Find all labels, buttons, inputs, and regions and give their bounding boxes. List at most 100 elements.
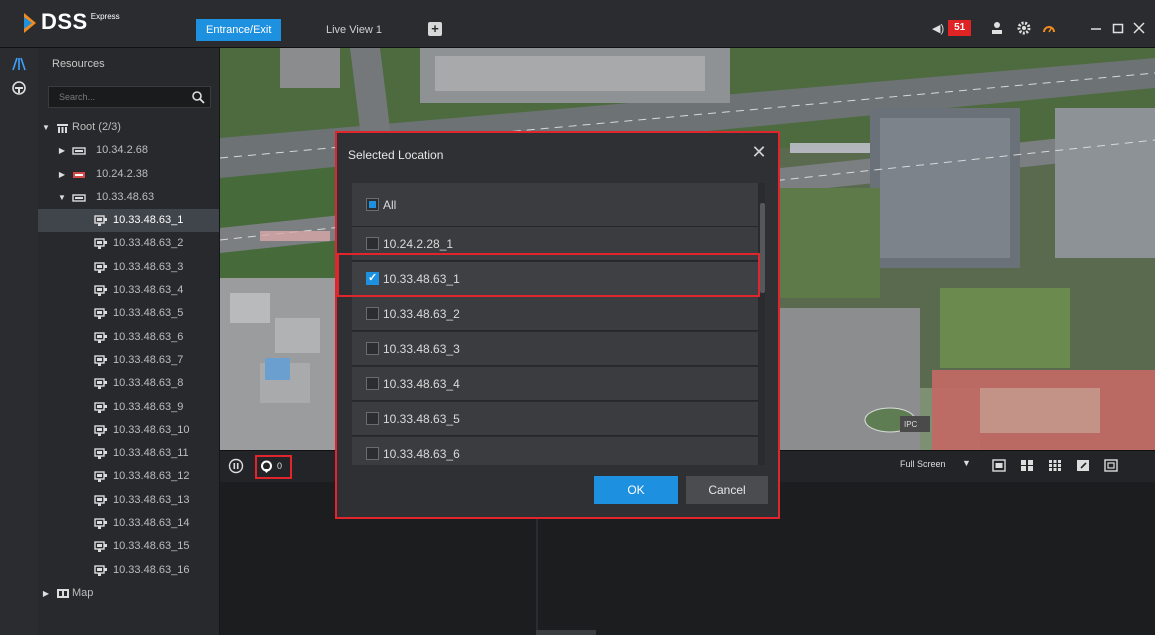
tree-node[interactable]: 10.33.48.63_5 — [38, 302, 219, 325]
location-list-item[interactable]: 10.33.48.63_3 — [352, 332, 758, 366]
pane-scrollbar[interactable] — [536, 630, 596, 635]
tree-node-label: 10.33.48.63_4 — [113, 284, 184, 297]
tree-node[interactable]: 10.33.48.63_15 — [38, 535, 219, 558]
tree-node[interactable]: 10.33.48.63_14 — [38, 512, 219, 535]
title-bar: DSS Express Entrance/Exit Live View 1 + … — [0, 0, 1155, 48]
tree-node-label: 10.24.2.38 — [96, 167, 148, 180]
tree-node-label: Map — [72, 586, 94, 599]
maximize-icon[interactable] — [1112, 18, 1124, 38]
alarm-area[interactable]: ◀) 51 — [932, 18, 972, 38]
ok-button[interactable]: OK — [594, 476, 678, 504]
tree-node[interactable]: 10.33.48.63_13 — [38, 489, 219, 512]
tree-node[interactable]: ▼ Root (2/3) — [38, 116, 219, 139]
location-list-item[interactable]: All — [352, 183, 758, 227]
location-icon[interactable] — [9, 80, 29, 100]
dialog-title: Selected Location — [348, 148, 444, 162]
checkbox[interactable] — [366, 377, 379, 390]
resource-tree-icon[interactable] — [9, 56, 29, 76]
checkbox[interactable] — [366, 412, 379, 425]
tree-node-label: 10.33.48.63_12 — [113, 470, 190, 483]
search-placeholder: Search... — [59, 92, 96, 102]
location-item-label: 10.33.48.63_4 — [383, 377, 460, 391]
location-list-item[interactable]: 10.33.48.63_5 — [352, 402, 758, 436]
tree-node-label: 10.33.48.63_13 — [113, 493, 190, 506]
pause-icon[interactable] — [228, 458, 244, 477]
chevron-down-icon[interactable]: ▼ — [42, 116, 50, 139]
selected-location-dialog: Selected Location ✕ 10.33.48.63_6 10.33.4… — [335, 131, 780, 519]
chevron-right-icon[interactable]: ▶ — [42, 582, 50, 605]
speaker-icon[interactable]: ◀) — [932, 22, 944, 35]
fullscreen-icon[interactable] — [1104, 459, 1118, 472]
location-count: 0 — [277, 461, 283, 471]
dss-logo-icon — [22, 12, 38, 34]
layout-9-icon[interactable] — [1048, 459, 1062, 472]
tree-node[interactable]: ▶ 10.34.2.68 — [38, 139, 219, 162]
user-icon[interactable] — [990, 18, 1004, 38]
tree-node-label: 10.33.48.63_9 — [113, 400, 184, 413]
tree-node[interactable]: 10.33.48.63_12 — [38, 465, 219, 488]
tree-node-label: 10.33.48.63_11 — [113, 447, 189, 460]
location-list: 10.33.48.63_6 10.33.48.63_5 10.33.48.63_4 1… — [352, 183, 765, 465]
minimize-icon[interactable] — [1090, 18, 1102, 38]
location-list-item[interactable]: 10.33.48.63_6 — [352, 437, 758, 465]
tree-node[interactable]: 10.33.48.63_4 — [38, 279, 219, 302]
cancel-button[interactable]: Cancel — [686, 476, 768, 504]
tree-node-label: 10.33.48.63_5 — [113, 307, 184, 320]
tree-node-label: 10.33.48.63_2 — [113, 237, 184, 250]
tree-node[interactable]: ▶ Map — [38, 582, 219, 605]
edit-layout-icon[interactable] — [1076, 459, 1090, 472]
checkbox[interactable] — [366, 447, 379, 460]
tree-node[interactable]: ▼ 10.33.48.63 — [38, 186, 219, 209]
plus-icon[interactable]: + — [428, 22, 442, 36]
search-icon[interactable] — [191, 90, 205, 104]
chevron-right-icon[interactable]: ▶ — [58, 163, 66, 186]
close-window-icon[interactable] — [1133, 18, 1145, 38]
tree-node[interactable]: 10.33.48.63_6 — [38, 326, 219, 349]
tree-node-label: 10.33.48.63_1 — [113, 214, 184, 227]
resource-panel: Resources Search... ▼ Root (2/3) ▶ 10.34.2.… — [38, 48, 220, 635]
checkbox[interactable] — [366, 198, 379, 211]
location-list-item[interactable]: 10.33.48.63_2 — [352, 297, 758, 331]
tree-node-label: 10.33.48.63 — [96, 190, 155, 203]
chevron-down-icon[interactable]: ▼ — [962, 458, 971, 468]
resource-panel-title: Resources — [52, 58, 105, 70]
logo-text: DSS — [41, 9, 88, 34]
checkbox[interactable] — [366, 237, 379, 250]
checkbox[interactable] — [366, 307, 379, 320]
tree-node-label: 10.33.48.63_3 — [113, 260, 184, 273]
tree-node[interactable]: 10.33.48.63_9 — [38, 396, 219, 419]
map-icon — [56, 582, 69, 609]
chevron-down-icon[interactable]: ▼ — [58, 186, 66, 209]
resource-tree: ▼ Root (2/3) ▶ 10.34.2.68 ▶ 10.24.2.38 ▼ 10.33.… — [38, 116, 219, 605]
tree-node[interactable]: 10.33.48.63_7 — [38, 349, 219, 372]
tree-node[interactable]: 10.33.48.63_11 — [38, 442, 219, 465]
close-icon[interactable]: ✕ — [750, 143, 768, 161]
checkbox[interactable] — [366, 342, 379, 355]
tree-node[interactable]: 10.33.48.63_1 — [38, 209, 219, 233]
search-input[interactable]: Search... — [48, 86, 211, 108]
layout-1-icon[interactable] — [992, 459, 1006, 472]
full-screen-select[interactable]: Full Screen — [900, 459, 946, 469]
location-pin-icon — [261, 460, 272, 473]
logo-edition: Express — [90, 12, 120, 21]
tree-node[interactable]: 10.33.48.63_10 — [38, 419, 219, 442]
tree-node[interactable]: 10.33.48.63_2 — [38, 232, 219, 255]
tab-entrance-exit[interactable]: Entrance/Exit — [196, 19, 282, 41]
tree-node[interactable]: 10.33.48.63_16 — [38, 559, 219, 582]
performance-gauge-icon[interactable] — [1042, 18, 1056, 38]
location-item-label: 10.33.48.63_2 — [383, 307, 460, 321]
location-item-label: 10.33.48.63_3 — [383, 342, 460, 356]
tree-node[interactable]: ▶ 10.24.2.38 — [38, 163, 219, 186]
list-scrollbar[interactable] — [760, 203, 765, 293]
chevron-right-icon[interactable]: ▶ — [58, 139, 66, 162]
tree-node[interactable]: 10.33.48.63_3 — [38, 256, 219, 279]
layout-4-icon[interactable] — [1020, 459, 1034, 472]
tab-live-view-1[interactable]: Live View 1 — [316, 19, 392, 41]
gear-icon[interactable] — [1017, 18, 1031, 38]
tree-node[interactable]: 10.33.48.63_8 — [38, 372, 219, 395]
location-item-label: 10.33.48.63_6 — [383, 447, 460, 461]
location-list-item[interactable]: 10.33.48.63_4 — [352, 367, 758, 401]
tree-node-label: 10.33.48.63_8 — [113, 377, 184, 390]
alarm-count-badge[interactable]: 51 — [948, 20, 972, 36]
selected-location-button[interactable]: 0 — [255, 455, 292, 479]
